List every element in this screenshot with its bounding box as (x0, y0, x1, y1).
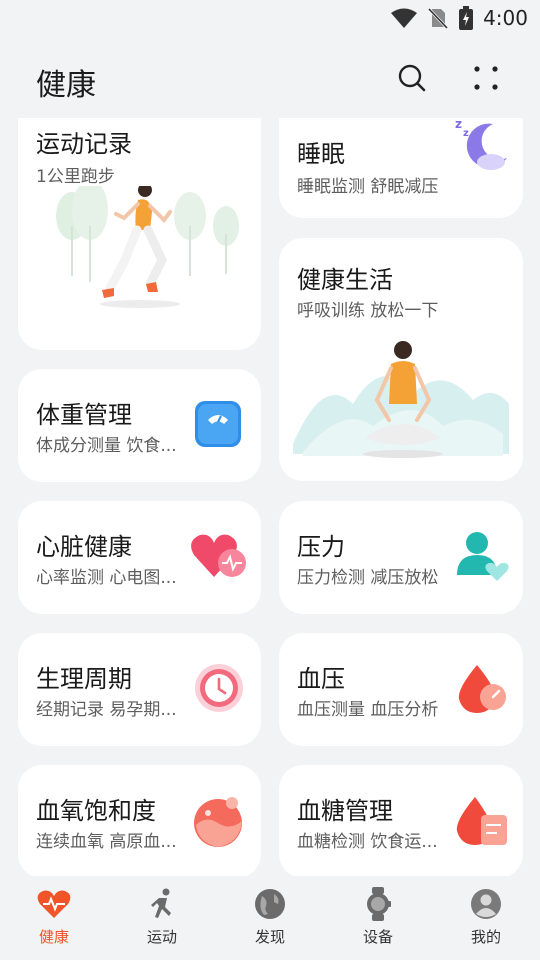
card-title: 生理周期 (36, 665, 132, 693)
card-blood-glucose[interactable]: 血糖管理 血糖检测 饮食运... (279, 765, 523, 876)
card-title: 压力 (297, 533, 345, 561)
card-stress[interactable]: 压力 压力检测 减压放松 (279, 501, 523, 614)
card-blood-oxygen[interactable]: 血氧饱和度 连续血氧 高原血... (18, 765, 261, 876)
search-button[interactable] (392, 58, 432, 98)
battery-icon (459, 6, 474, 30)
card-title: 睡眠 (297, 140, 345, 168)
oxygen-bubbles-icon (194, 797, 242, 847)
more-menu-button[interactable] (466, 58, 506, 98)
card-subtitle: 心率监测 心电图... (36, 568, 177, 588)
card-menstrual-cycle[interactable]: 生理周期 经期记录 易孕期... (18, 633, 261, 746)
card-subtitle: 睡眠监测 舒眠减压 (297, 177, 439, 197)
nav-tab-discover[interactable]: 发现 (216, 876, 324, 960)
nav-tab-devices[interactable]: 设备 (324, 876, 432, 960)
card-subtitle: 体成分测量 饮食... (36, 436, 177, 456)
svg-text:z: z (455, 118, 462, 131)
nav-tab-me[interactable]: 我的 (432, 876, 540, 960)
card-subtitle: 1公里跑步 (36, 167, 115, 187)
nav-label: 我的 (470, 928, 501, 946)
meditation-illustration (293, 341, 509, 458)
card-sleep[interactable]: 睡眠 睡眠监测 舒眠减压 z z (279, 118, 523, 218)
nav-tab-exercise[interactable]: 运动 (108, 876, 216, 960)
search-icon (398, 64, 426, 92)
nav-label: 运动 (146, 928, 177, 946)
card-blood-pressure[interactable]: 血压 血压测量 血压分析 (279, 633, 523, 746)
svg-text:z: z (463, 128, 469, 139)
sleep-moon-icon: z z (455, 118, 507, 170)
card-weight-management[interactable]: 体重管理 体成分测量 饮食... (18, 369, 261, 482)
card-subtitle: 呼吸训练 放松一下 (297, 301, 439, 321)
blood-drop-gauge-icon (458, 665, 506, 713)
nav-label: 发现 (254, 928, 285, 946)
card-title: 健康生活 (297, 266, 393, 294)
nav-tab-health[interactable]: 健康 (0, 876, 108, 960)
card-title: 血氧饱和度 (36, 797, 156, 825)
heart-ecg-icon (191, 534, 246, 577)
page-title: 健康 (36, 68, 96, 103)
card-heart-health[interactable]: 心脏健康 心率监测 心电图... (18, 501, 261, 614)
status-bar: 4:00 (0, 0, 540, 38)
card-subtitle: 经期记录 易孕期... (36, 700, 177, 720)
nav-label: 健康 (38, 928, 69, 946)
running-icon (144, 886, 180, 922)
card-subtitle: 血糖检测 饮食运... (297, 832, 438, 852)
wifi-icon (391, 8, 418, 28)
bottom-navigation: 健康 运动 发现 设备 我的 (0, 876, 540, 960)
card-healthy-living[interactable]: 健康生活 呼吸训练 放松一下 (279, 238, 523, 481)
card-exercise-record[interactable]: 运动记录 1公里跑步 (18, 118, 261, 350)
card-subtitle: 连续血氧 高原血... (36, 832, 177, 852)
profile-icon (468, 886, 504, 922)
card-title: 心脏健康 (36, 533, 132, 561)
stress-person-icon (457, 532, 509, 581)
scale-icon (195, 401, 241, 447)
card-subtitle: 血压测量 血压分析 (297, 700, 439, 720)
status-icons: 4:00 (391, 6, 528, 30)
card-title: 体重管理 (36, 401, 132, 429)
card-grid: 运动记录 1公里跑步 睡眠 睡眠监测 舒眠减压 z z 健康生活 呼吸训练 放松… (0, 118, 540, 876)
glucose-drop-icon (456, 797, 507, 845)
app-header: 健康 (0, 50, 540, 106)
card-title: 血压 (297, 665, 345, 693)
four-dots-icon (474, 66, 498, 90)
card-title: 血糖管理 (297, 797, 393, 825)
globe-icon (252, 886, 288, 922)
runner-illustration (56, 186, 239, 308)
card-title: 运动记录 (36, 130, 132, 158)
no-sim-icon (427, 7, 449, 29)
cycle-clock-icon (195, 664, 243, 712)
nav-label: 设备 (362, 928, 393, 946)
heart-pulse-icon (36, 886, 72, 922)
card-subtitle: 压力检测 减压放松 (297, 568, 439, 588)
clock-time: 4:00 (483, 6, 528, 30)
watch-icon (360, 886, 396, 922)
